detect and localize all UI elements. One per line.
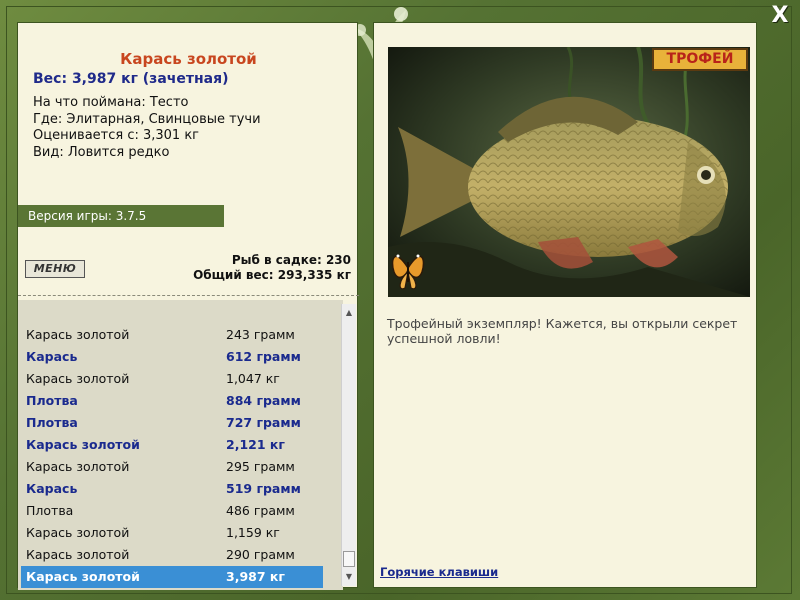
trophy-badge: ТРОФЕЙ bbox=[652, 48, 748, 71]
scroll-up-icon[interactable]: ▲ bbox=[342, 306, 356, 320]
fish-details: На что поймана: Тесто Где: Элитарная, Св… bbox=[33, 95, 261, 161]
catch-stats: Рыб в садке: 230 Общий вес: 293,335 кг bbox=[193, 253, 351, 283]
list-item-fish: Карась bbox=[26, 481, 78, 496]
fish-weight: Вес: 3,987 кг (зачетная) bbox=[33, 71, 229, 87]
close-icon: X bbox=[771, 3, 789, 28]
list-item-fish: Карась золотой bbox=[26, 569, 140, 584]
list-item-weight: 1,047 кг bbox=[226, 371, 280, 386]
fish-image bbox=[388, 47, 750, 297]
list-item-weight: 295 грамм bbox=[226, 459, 295, 474]
list-item-fish: Карась золотой bbox=[26, 547, 130, 562]
list-item-fish: Плотва bbox=[26, 415, 78, 430]
list-item-weight: 519 грамм bbox=[226, 481, 301, 496]
list-item[interactable]: Плотва 486 грамм bbox=[21, 500, 323, 522]
list-item-weight: 884 грамм bbox=[226, 393, 301, 408]
list-item[interactable]: Карась золотой 2,121 кг bbox=[21, 434, 323, 456]
list-item[interactable]: Плотва 884 грамм bbox=[21, 390, 323, 412]
trophy-panel: ТРОФЕЙ Трофейный экземпляр! Кажется, вы … bbox=[373, 22, 757, 588]
value-line: Оценивается с: 3,301 кг bbox=[33, 128, 200, 143]
list-item-fish: Карась золотой bbox=[26, 459, 130, 474]
list-item-selected[interactable]: Карась золотой 3,987 кг bbox=[21, 566, 323, 588]
fish-title: Карась золотой bbox=[120, 50, 257, 68]
list-item-weight: 486 грамм bbox=[226, 503, 295, 518]
list-item-fish: Карась bbox=[26, 349, 78, 364]
scroll-down-icon[interactable]: ▼ bbox=[342, 570, 356, 584]
menu-button[interactable]: МЕНЮ bbox=[25, 260, 85, 278]
list-item-weight: 727 грамм bbox=[226, 415, 301, 430]
place-line: Где: Элитарная, Свинцовые тучи bbox=[33, 111, 261, 127]
game-version: Версия игры: 3.7.5 bbox=[18, 205, 224, 227]
close-button[interactable]: X bbox=[768, 4, 792, 28]
hotkeys-link[interactable]: Горячие клавиши bbox=[380, 565, 498, 579]
list-item[interactable]: Карась золотой 290 грамм bbox=[21, 544, 323, 566]
list-item[interactable]: Плотва 727 грамм bbox=[21, 412, 323, 434]
list-item-weight: 290 грамм bbox=[226, 547, 295, 562]
list-item-weight: 612 грамм bbox=[226, 349, 301, 364]
butterfly-icon bbox=[391, 254, 425, 290]
divider bbox=[18, 295, 359, 296]
list-item[interactable]: Карась золотой 1,047 кг bbox=[21, 368, 323, 390]
scroll-thumb[interactable] bbox=[343, 551, 355, 567]
list-item-fish: Плотва bbox=[26, 393, 78, 408]
fish-count: Рыб в садке: 230 bbox=[231, 253, 351, 267]
list-item-fish: Карась золотой bbox=[26, 437, 140, 452]
list-item[interactable]: Карась золотой 295 грамм bbox=[21, 456, 323, 478]
list-item-fish: Карась золотой bbox=[26, 327, 130, 342]
list-item-fish: Карась золотой bbox=[26, 371, 130, 386]
list-scrollbar[interactable]: ▲ ▼ bbox=[341, 304, 356, 586]
list-item-fish: Плотва bbox=[26, 503, 74, 518]
list-item-weight: 243 грамм bbox=[226, 327, 295, 342]
info-panel: Карась золотой Вес: 3,987 кг (зачетная) … bbox=[17, 22, 359, 590]
list-item-weight: 1,159 кг bbox=[226, 525, 280, 540]
list-item[interactable]: Карась золотой 1,159 кг bbox=[21, 522, 323, 544]
list-item[interactable]: Карась 519 грамм bbox=[21, 478, 323, 500]
list-item[interactable]: Карась золотой 243 грамм bbox=[21, 324, 323, 346]
fish-photo bbox=[388, 47, 750, 297]
list-item-weight: 2,121 кг bbox=[226, 437, 285, 452]
bait-line: На что поймана: Тесто bbox=[33, 95, 189, 110]
catch-list[interactable]: Карась золотой 243 грамм Карась 612 грамм Ка… bbox=[18, 300, 343, 590]
trophy-caption: Трофейный экземпляр! Кажется, вы открыли… bbox=[387, 316, 738, 346]
kind-line: Вид: Ловится редко bbox=[33, 144, 170, 160]
list-item-fish: Карась золотой bbox=[26, 525, 130, 540]
list-item-weight: 3,987 кг bbox=[226, 569, 285, 584]
total-weight: Общий вес: 293,335 кг bbox=[193, 268, 351, 282]
list-item[interactable]: Карась 612 грамм bbox=[21, 346, 323, 368]
